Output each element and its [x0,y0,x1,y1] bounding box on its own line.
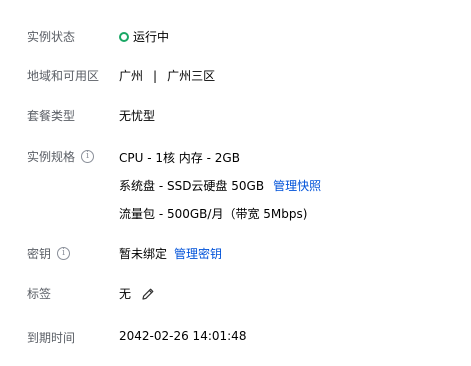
expiry-value: 2042-02-26 14:01:48 [119,329,247,343]
tags-value-wrap: 无 [119,285,155,302]
tags-label: 标签 [27,287,52,301]
plan-label: 套餐类型 [27,109,76,123]
spec-cpu: CPU - 1核 内存 - 2GB [119,151,240,165]
row-key: 密钥 i 暂未绑定 管理密钥 [0,245,471,263]
row-expiry: 到期时间 2042-02-26 14:01:48 [0,329,471,347]
status-value: 运行中 [119,28,169,45]
key-value-wrap: 暂未绑定 管理密钥 [119,245,222,262]
status-dot-icon [119,31,129,42]
status-text: 运行中 [133,30,170,44]
manage-snapshot-link[interactable]: 管理快照 [273,177,321,194]
manage-key-link[interactable]: 管理密钥 [174,245,222,262]
key-value: 暂未绑定 [119,247,168,261]
info-icon[interactable]: i [81,150,95,163]
key-label: 密钥 [27,247,52,261]
spec-label-wrap: 实例规格 i [27,148,95,165]
region-label: 地域和可用区 [27,69,100,83]
row-instance-spec: 实例规格 i CPU - 1核 内存 - 2GB 系统盘 - SSD云硬盘 50… [0,148,471,228]
row-region: 地域和可用区 广州 | 广州三区 [0,67,471,85]
spec-disk-wrap: 系统盘 - SSD云硬盘 50GB 管理快照 [119,177,321,194]
spec-traffic: 流量包 - 500GB/月（带宽 5Mbps) [119,207,308,221]
status-label: 实例状态 [27,30,76,44]
expiry-label: 到期时间 [27,331,76,345]
region-separator: | [153,68,158,83]
edit-icon[interactable] [141,287,155,301]
region-value: 广州 | 广州三区 [119,67,215,84]
spec-label: 实例规格 [27,150,76,164]
info-icon[interactable]: i [57,247,71,260]
row-instance-status: 实例状态 运行中 [0,28,471,46]
row-plan-type: 套餐类型 无忧型 [0,107,471,125]
key-label-wrap: 密钥 i [27,245,71,262]
plan-value: 无忧型 [119,109,156,123]
tags-value: 无 [119,287,132,301]
zone-name: 广州三区 [167,69,216,83]
spec-disk: 系统盘 - SSD云硬盘 50GB [119,179,265,193]
region-name: 广州 [119,69,144,83]
row-tags: 标签 无 [0,285,471,303]
